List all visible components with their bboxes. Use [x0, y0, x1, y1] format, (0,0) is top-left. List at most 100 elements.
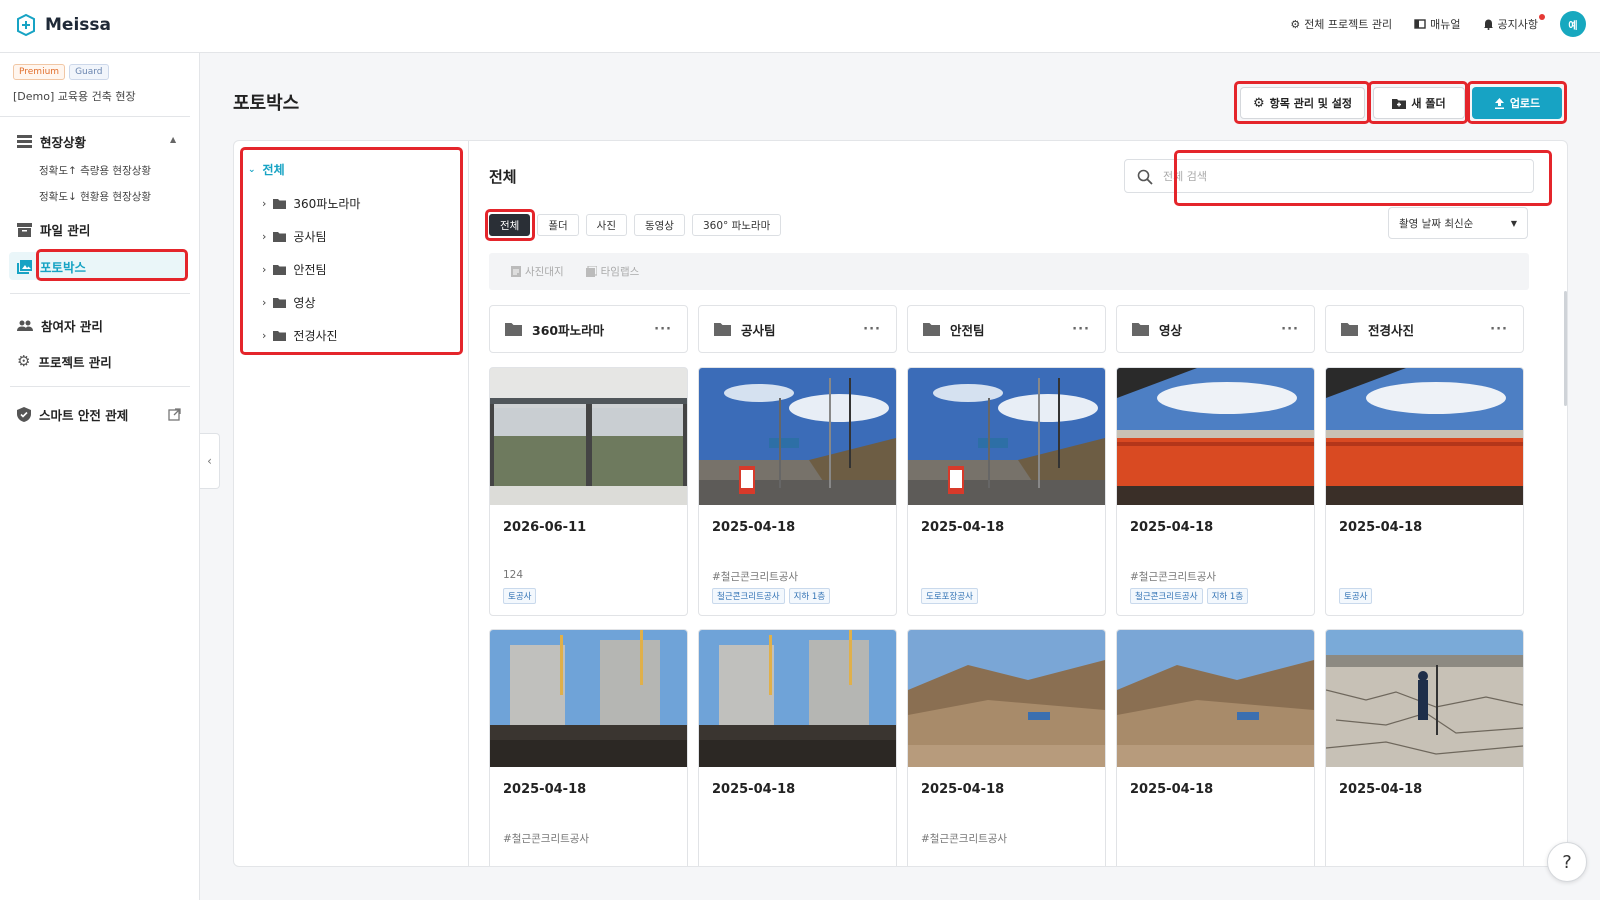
photo-card[interactable]: 2026-06-11 124 토공사 — [489, 367, 688, 616]
photo-date: 2025-04-18 — [1339, 520, 1423, 535]
filter-chip[interactable]: 폴더 — [537, 214, 579, 236]
sidebar-subitem-current[interactable]: 정확도↓ 현황용 현장상황 — [39, 189, 151, 204]
folder-card[interactable]: 안전팀 ··· — [907, 305, 1106, 353]
photo-ledger-button[interactable]: 사진대지 — [511, 264, 564, 279]
tree-item[interactable]: › 360파노라마 — [262, 195, 360, 212]
folder-card[interactable]: 전경사진 ··· — [1325, 305, 1524, 353]
tree-item[interactable]: › 영상 — [262, 294, 316, 311]
sidebar-item-label: 프로젝트 관리 — [38, 355, 112, 370]
photo-thumbnail — [699, 368, 896, 505]
photo-thumbnail — [699, 630, 896, 767]
chevron-right-icon: › — [262, 296, 267, 309]
photo-tags: 도로포장공사 — [921, 588, 978, 604]
photo-card[interactable]: 2025-04-18 — [1325, 629, 1524, 866]
photo-card[interactable]: 2025-04-18 토공사 — [1325, 367, 1524, 616]
photo-card[interactable]: 2025-04-18 — [1116, 629, 1315, 866]
more-icon[interactable]: ··· — [1281, 322, 1299, 337]
chevron-up-icon[interactable]: ▲ — [170, 135, 176, 144]
item-settings-button[interactable]: ⚙ 항목 관리 및 설정 — [1240, 87, 1365, 119]
folder-icon — [1341, 323, 1358, 336]
photo-card[interactable]: 2025-04-18 #철근콘크리트공사 — [907, 629, 1106, 866]
content-area: 전체 전체 폴더 사진 동영상 360° 파노라마 촬영 날짜 최신순 ▼ 사진대지 타… — [469, 141, 1567, 866]
photo-card[interactable]: 2025-04-18 도로포장공사 — [907, 367, 1106, 616]
more-icon[interactable]: ··· — [1072, 322, 1090, 337]
folder-card[interactable]: 공사팀 ··· — [698, 305, 897, 353]
tree-item[interactable]: › 공사팀 — [262, 228, 327, 245]
app-name: Meissa — [45, 15, 111, 35]
photo-card[interactable]: 2025-04-18 #철근콘크리트공사 철근콘크리트공사 지하 1층 — [698, 367, 897, 616]
photo-date: 2025-04-18 — [712, 782, 796, 797]
timelapse-button[interactable]: 타임랩스 — [585, 264, 639, 279]
more-icon[interactable]: ··· — [1490, 322, 1508, 337]
photo-card[interactable]: 2025-04-18 — [698, 629, 897, 866]
sidebar-item-files[interactable]: 파일 관리 — [17, 220, 90, 239]
sidebar-subitem-survey[interactable]: 정확도↑ 측량용 현장상황 — [39, 163, 151, 178]
more-icon[interactable]: ··· — [654, 322, 672, 337]
notice-link[interactable]: 공지사항 — [1483, 14, 1545, 32]
filter-chip[interactable]: 360° 파노라마 — [691, 214, 782, 236]
photo-card[interactable]: 2025-04-18 #철근콘크리트공사 — [489, 629, 688, 866]
folder-card[interactable]: 360파노라마 ··· — [489, 305, 688, 353]
filter-chip[interactable]: 사진 — [585, 214, 627, 236]
sidebar-item-photobox[interactable]: 포토박스 — [17, 257, 86, 276]
tree-item[interactable]: › 안전팀 — [262, 261, 327, 278]
sidebar-item-smart-safety[interactable]: 스마트 안전 관제 — [17, 405, 128, 424]
folder-card[interactable]: 영상 ··· — [1116, 305, 1315, 353]
new-folder-button[interactable]: 새 폴더 — [1373, 87, 1465, 119]
sort-select[interactable]: 촬영 날짜 최신순 ▼ — [1388, 207, 1528, 239]
page-title: 포토박스 — [233, 93, 300, 114]
photo-tag: 철근콘크리트공사 — [1130, 588, 1203, 604]
folder-name: 영상 — [1159, 322, 1183, 338]
scrollbar[interactable] — [1564, 291, 1567, 406]
gear-icon: ⚙ — [17, 352, 31, 370]
photo-description: #철근콘크리트공사 — [1130, 571, 1217, 583]
search-input[interactable] — [1163, 160, 1523, 192]
project-manage-link[interactable]: ⚙ 전체 프로젝트 관리 — [1290, 16, 1392, 32]
divider — [10, 386, 190, 387]
folder-icon — [1132, 323, 1149, 336]
sidebar-item-members[interactable]: 참여자 관리 — [17, 316, 103, 335]
photo-tag: 토공사 — [503, 588, 537, 604]
photo-tag: 지하 1층 — [788, 588, 831, 604]
manual-link[interactable]: 매뉴얼 — [1414, 16, 1461, 32]
toolbar-row: 사진대지 타임랩스 — [489, 253, 1529, 290]
layers-icon — [17, 135, 32, 148]
photo-date: 2025-04-18 — [503, 782, 587, 797]
tree-item[interactable]: › 전경사진 — [262, 327, 338, 344]
timelapse-icon — [585, 266, 597, 277]
chevron-right-icon: › — [262, 197, 267, 210]
app-logo[interactable]: Meissa — [14, 13, 111, 37]
project-name[interactable]: [Demo] 교육용 건축 현장 — [13, 88, 136, 104]
item-settings-label: 항목 관리 및 설정 — [1269, 97, 1352, 110]
filter-chip[interactable]: 전체 — [489, 214, 531, 236]
chevron-down-icon: ⌄ — [248, 164, 256, 175]
notice-label: 공지사항 — [1497, 18, 1538, 31]
tree-root-label: 전체 — [262, 163, 285, 177]
avatar[interactable]: 예 — [1560, 11, 1586, 37]
tree-item-label: 영상 — [293, 296, 316, 310]
more-icon[interactable]: ··· — [863, 322, 881, 337]
folder-name: 공사팀 — [741, 322, 776, 338]
folder-name: 360파노라마 — [532, 322, 605, 338]
sidebar-item-status[interactable]: 현장상황 — [17, 132, 86, 151]
photo-card[interactable]: 2025-04-18 #철근콘크리트공사 철근콘크리트공사 지하 1층 — [1116, 367, 1315, 616]
divider — [10, 293, 190, 294]
external-link-icon[interactable] — [168, 408, 181, 421]
help-button[interactable]: ? — [1547, 842, 1587, 882]
folder-icon — [923, 323, 940, 336]
photo-thumbnail — [908, 630, 1105, 767]
folder-name: 전경사진 — [1368, 322, 1415, 338]
sidebar-item-label: 스마트 안전 관제 — [39, 408, 129, 423]
sidebar-collapse-button[interactable]: ‹ — [200, 433, 220, 489]
sidebar-item-project-settings[interactable]: ⚙ 프로젝트 관리 — [17, 352, 112, 371]
photo-date: 2025-04-18 — [1339, 782, 1423, 797]
upload-icon — [1494, 97, 1504, 109]
upload-button[interactable]: 업로드 — [1472, 87, 1562, 119]
filter-chip[interactable]: 동영상 — [633, 214, 685, 236]
photo-tag: 토공사 — [1339, 588, 1373, 604]
filter-chips: 전체 폴더 사진 동영상 360° 파노라마 — [489, 214, 782, 236]
guard-badge: Guard — [69, 64, 109, 80]
tree-item-label: 공사팀 — [293, 230, 327, 244]
tree-root-all[interactable]: ⌄ 전체 — [248, 161, 285, 178]
premium-badge: Premium — [13, 64, 66, 80]
